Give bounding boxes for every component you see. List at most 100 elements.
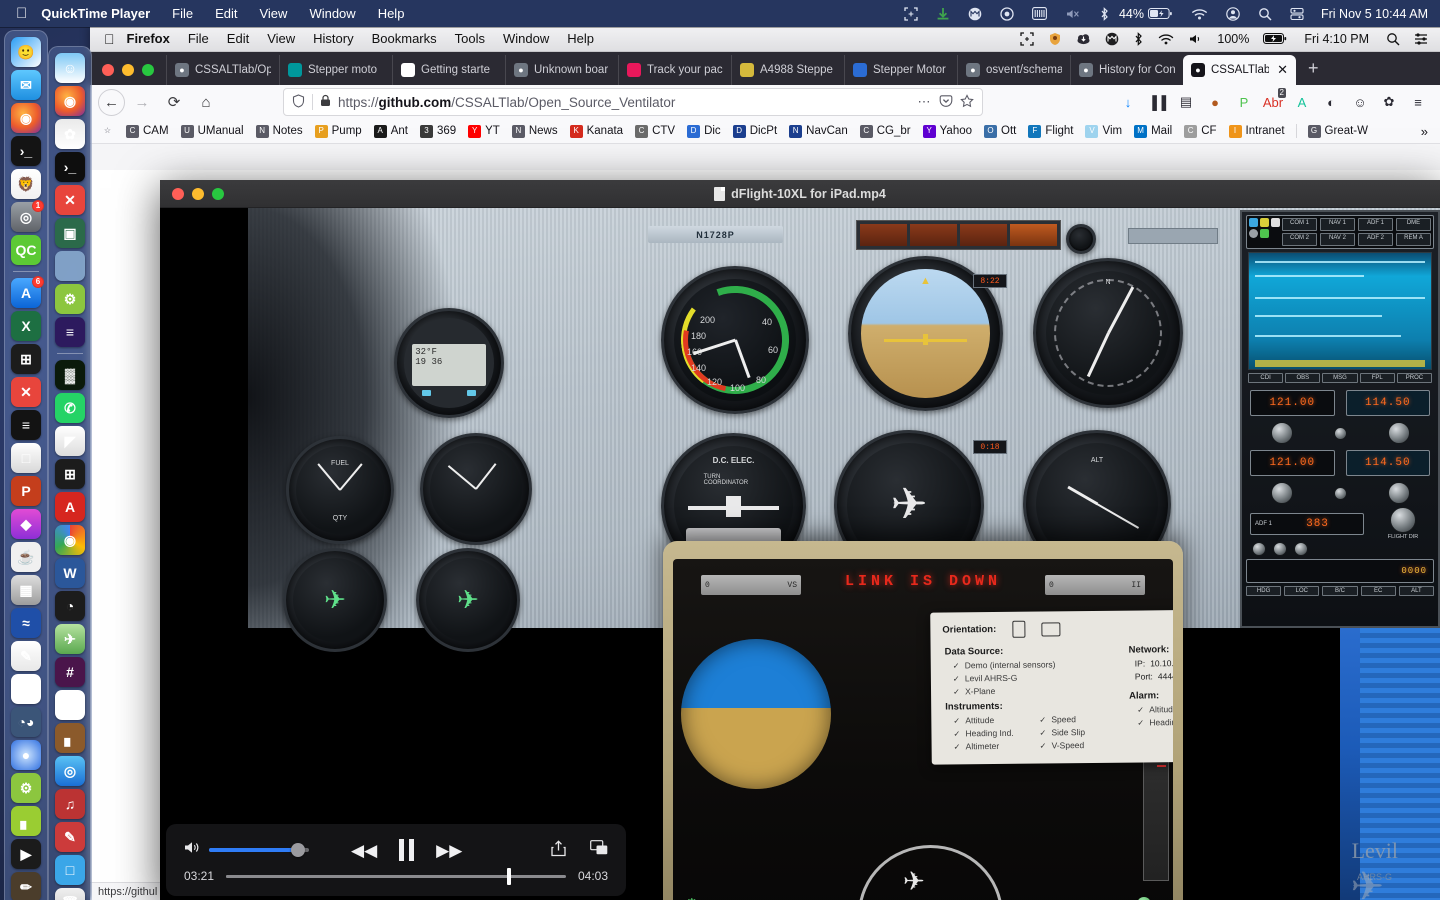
bookmark-kanata[interactable]: K Kanata: [565, 123, 628, 140]
bluetooth-icon[interactable]: [1126, 31, 1151, 46]
menu-quicktime-player[interactable]: QuickTime Player: [41, 0, 161, 27]
dock-safari-icon[interactable]: ◎: [55, 756, 85, 786]
firefox-window-controls[interactable]: [96, 64, 166, 85]
bookmark-cf[interactable]: C CF: [1179, 123, 1221, 140]
audio-btn-rem-a[interactable]: REM A: [1396, 233, 1431, 246]
ap-btn-ec[interactable]: EC: [1360, 586, 1396, 596]
network-ip-value[interactable]: 10.10.10.199: [1150, 658, 1173, 669]
data-source-options[interactable]: ✓ Demo (internal sensors) ✓ Levil AHRS-G ✓ X-…: [953, 659, 1125, 697]
bookmark-star[interactable]: ☆: [96, 123, 119, 140]
home-button[interactable]: ⌂: [191, 88, 221, 116]
search-icon[interactable]: [1249, 7, 1281, 21]
dock-calendar-icon[interactable]: 5: [11, 674, 41, 704]
battery-icon[interactable]: [1146, 7, 1182, 20]
portrait-icon[interactable]: [1012, 620, 1026, 638]
bookmark-ott[interactable]: O Ott: [979, 123, 1021, 140]
adf-display[interactable]: ADF 1 383: [1250, 512, 1364, 535]
ipad-screen[interactable]: 0VS 0II LINK IS DOWN ✈ ⚙ ✕ Ori: [673, 559, 1173, 900]
menu-icon[interactable]: ≡: [1404, 88, 1432, 116]
screenshot-icon[interactable]: [1013, 31, 1041, 46]
control-center-icon[interactable]: [1407, 32, 1440, 46]
menu-history[interactable]: History: [304, 26, 362, 52]
dock-paint-icon[interactable]: ✏: [11, 872, 41, 900]
wifi-icon[interactable]: [1151, 32, 1181, 46]
scrubber-playhead[interactable]: [507, 867, 512, 885]
scrubber[interactable]: [226, 867, 566, 885]
darkreader-icon[interactable]: ◐: [1317, 88, 1345, 116]
nav1-knob[interactable]: [1387, 422, 1410, 444]
share-icon[interactable]: [551, 839, 566, 861]
control-center-icon[interactable]: [1281, 7, 1313, 21]
nav2-knob[interactable]: [1387, 482, 1410, 504]
instrument-altimeter[interactable]: ✓ Altimeter: [954, 741, 1026, 752]
menu-file[interactable]: File: [179, 26, 218, 52]
flight-director-knob[interactable]: [1390, 507, 1416, 533]
dock-finder-icon[interactable]: 🙂: [11, 37, 41, 67]
gps-btn-obs[interactable]: OBS: [1285, 373, 1321, 383]
com1-small-knob[interactable]: [1333, 426, 1347, 440]
cookie-icon[interactable]: ●: [1201, 88, 1229, 116]
dock-pen-icon[interactable]: ✎: [55, 822, 85, 852]
close-window-button[interactable]: [102, 64, 114, 76]
browser-tab-3[interactable]: ● Unknown boar: [505, 55, 618, 85]
browser-tab-2[interactable]: Getting starte: [392, 55, 505, 85]
gps-screen[interactable]: [1248, 252, 1432, 370]
browser-tab-7[interactable]: ● osvent/schema: [957, 55, 1070, 85]
bookmark-news[interactable]: N News: [507, 123, 563, 140]
bookmark-intranet[interactable]: I Intranet: [1224, 123, 1290, 140]
dock-android-studio-icon[interactable]: ⚙: [11, 773, 41, 803]
alarm-heading[interactable]: ✓ Heading: [1137, 716, 1173, 727]
quicktime-controls[interactable]: ◀◀ ▶▶ 03:21 04:03: [166, 824, 626, 896]
dock-whatsapp-icon[interactable]: ✆: [55, 393, 85, 423]
bookmark-flight[interactable]: F Flight: [1023, 123, 1078, 140]
menu-bookmarks[interactable]: Bookmarks: [363, 26, 446, 52]
mega-icon[interactable]: [1098, 32, 1126, 46]
bookmark-navcan[interactable]: N NavCan: [784, 123, 853, 140]
pause-icon[interactable]: [399, 839, 415, 861]
bookmark-notes[interactable]: N Notes: [251, 123, 308, 140]
account-icon[interactable]: ☺: [1346, 88, 1374, 116]
dock-android-icon[interactable]: ⚙: [55, 284, 85, 314]
dock-xmind-icon[interactable]: ✕: [55, 185, 85, 215]
instruments-column-2[interactable]: ✓ Speed ✓ Side Slip ✓ V-Speed: [1039, 711, 1111, 751]
bookmark-cg-br[interactable]: C CG_br: [855, 123, 916, 140]
downloads-icon[interactable]: ↓: [1114, 88, 1142, 116]
dock-blue-orb-icon[interactable]: ●: [11, 740, 41, 770]
dock-split-icon[interactable]: ⊞: [55, 459, 85, 489]
menu-edit[interactable]: Edit: [218, 26, 258, 52]
volume-mute-icon[interactable]: [1056, 7, 1090, 21]
dock-mail-icon[interactable]: ✉: [11, 70, 41, 100]
dock-word-icon[interactable]: W: [55, 558, 85, 588]
volume-control[interactable]: [184, 840, 319, 860]
gps-btn-fpl[interactable]: FPL: [1359, 373, 1395, 383]
forward-button[interactable]: →: [127, 88, 157, 116]
dock-face-icon[interactable]: ◔◕: [11, 707, 41, 737]
mega-icon[interactable]: [959, 7, 991, 21]
gps-btn-proc[interactable]: PROC: [1396, 373, 1433, 383]
dock-contacts-icon[interactable]: ☺: [55, 53, 85, 83]
nav2-display[interactable]: 114.50: [1345, 450, 1430, 476]
volume-icon[interactable]: [1181, 32, 1210, 46]
dock-calculator-icon[interactable]: ▦: [11, 575, 41, 605]
dock-blank-icon[interactable]: [55, 251, 85, 281]
dock-affinity-icon[interactable]: ◆: [11, 509, 41, 539]
com2-small-knob[interactable]: [1333, 486, 1347, 500]
audio-btn-dme[interactable]: DME: [1396, 218, 1431, 231]
shield-icon[interactable]: [1041, 32, 1069, 46]
com1-display[interactable]: 121.00: [1250, 390, 1335, 416]
lock-icon[interactable]: [320, 94, 331, 110]
url-text[interactable]: https://github.com/CSSALTlab/Open_Source…: [338, 95, 911, 110]
speaker-icon[interactable]: [184, 840, 201, 860]
cloud-icon[interactable]: [1069, 32, 1098, 46]
quicktime-title-bar[interactable]: dFlight-10XL for iPad.mp4: [160, 180, 1440, 208]
bookmark-yahoo[interactable]: Y Yahoo: [918, 123, 977, 140]
menu-view[interactable]: View: [258, 26, 304, 52]
pocket-icon[interactable]: [939, 94, 953, 111]
dock-screens-icon[interactable]: ▣: [55, 218, 85, 248]
dock-tiles-icon[interactable]: ⊞: [11, 344, 41, 374]
landscape-icon[interactable]: [1041, 621, 1061, 637]
dock-music-icon[interactable]: ♫: [55, 789, 85, 819]
browser-tab-0[interactable]: ● CSSALTlab/Op: [166, 55, 279, 85]
audio-btn-com-2[interactable]: COM 2: [1282, 233, 1317, 246]
extension-icon[interactable]: ✿: [1375, 88, 1403, 116]
